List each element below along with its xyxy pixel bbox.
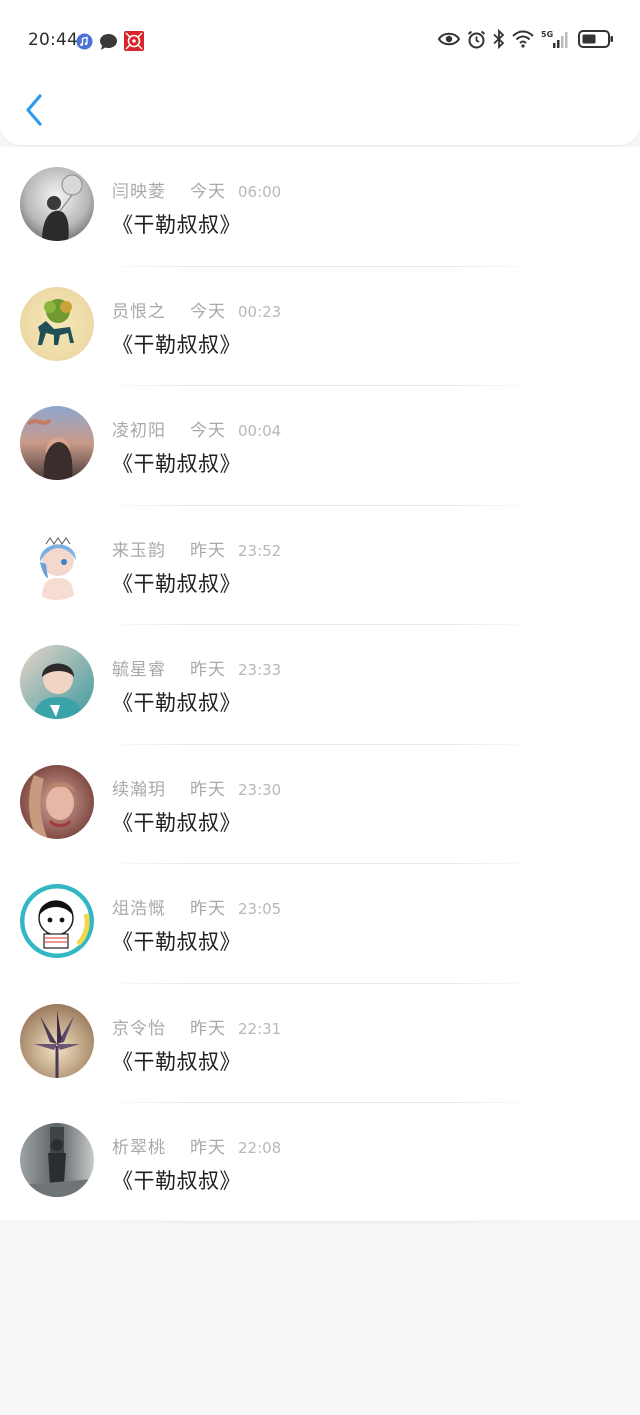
- comment-time: 23:05: [238, 900, 282, 918]
- avatar[interactable]: [20, 525, 94, 600]
- comment-day: 昨天: [190, 779, 226, 800]
- comment-day: 昨天: [190, 1018, 226, 1039]
- comment-time: 00:23: [238, 302, 282, 321]
- comment-meta: 凌初阳 今天 00:04: [112, 416, 281, 441]
- comment-text: 《干勒叔叔》: [112, 213, 241, 237]
- comment-day: 昨天: [190, 660, 226, 680]
- comment-row[interactable]: 来玉韵 昨天 23:52 《干勒叔叔》: [0, 506, 640, 625]
- comment-day: 今天: [190, 421, 226, 441]
- comment-meta: 俎浩慨 昨天 23:05: [112, 894, 281, 919]
- commenter-name[interactable]: 析翠桃: [112, 1133, 190, 1158]
- commenter-name[interactable]: 续瀚玥: [112, 775, 190, 800]
- comment-row[interactable]: 闫映菱 今天 06:00 《干勒叔叔》: [0, 147, 640, 267]
- commenter-name[interactable]: 来玉韵: [112, 536, 190, 561]
- avatar[interactable]: [20, 645, 94, 719]
- commenter-name[interactable]: 员恨之: [112, 297, 190, 322]
- comment-meta: 析翠桃 昨天 22:08: [112, 1133, 281, 1158]
- comment-day: 昨天: [190, 1138, 226, 1158]
- comment-meta: 闫映菱 今天 06:00: [112, 177, 281, 202]
- comment-meta: 来玉韵 昨天 23:52: [112, 536, 281, 561]
- status-time: 20:44: [28, 30, 78, 50]
- comment-text: 《干勒叔叔》: [112, 1169, 241, 1193]
- comment-day: 昨天: [190, 540, 226, 561]
- comment-text: 《干勒叔叔》: [112, 1049, 241, 1074]
- eye-icon: [437, 31, 461, 51]
- commenter-name[interactable]: 京令怡: [112, 1014, 190, 1039]
- signal-icon: 5G: [541, 29, 571, 53]
- comment-text: 《干勒叔叔》: [112, 810, 241, 835]
- commenter-name[interactable]: 闫映菱: [112, 177, 190, 202]
- chevron-left-icon: [26, 94, 42, 126]
- comment-row[interactable]: 析翠桃 昨天 22:08 《干勒叔叔》: [0, 1103, 640, 1223]
- avatar[interactable]: [20, 764, 94, 839]
- comment-meta: 京令怡 昨天 22:31: [112, 1014, 281, 1039]
- avatar[interactable]: [20, 1123, 94, 1197]
- avatar[interactable]: [20, 1003, 94, 1078]
- comment-row[interactable]: 凌初阳 今天 00:04 《干勒叔叔》: [0, 386, 640, 506]
- comment-meta: 续瀚玥 昨天 23:30: [112, 775, 281, 800]
- wifi-icon: [512, 30, 534, 52]
- comment-time: 23:52: [238, 541, 282, 560]
- comment-time: 23:33: [238, 661, 282, 679]
- avatar[interactable]: [20, 167, 94, 241]
- network-label: 5G: [541, 30, 553, 39]
- comment-row[interactable]: 毓星睿 昨天 23:33 《干勒叔叔》: [0, 625, 640, 745]
- alarm-icon: [467, 30, 486, 53]
- divider: [100, 1221, 540, 1223]
- comment-meta: 员恨之 今天 00:23: [112, 297, 281, 322]
- music-icon: [76, 33, 93, 54]
- commenter-name[interactable]: 毓星睿: [112, 655, 190, 680]
- avatar[interactable]: [20, 286, 94, 361]
- chat-bubble-icon: [99, 33, 118, 54]
- comment-list: 闫映菱 今天 06:00 《干勒叔叔》 员恨之 今天 00:23 《干勒叔叔》 凌初阳 今天 00:…: [0, 147, 640, 1223]
- comment-text: 《干勒叔叔》: [112, 452, 241, 476]
- comment-time: 00:04: [238, 422, 282, 440]
- avatar[interactable]: [20, 884, 94, 958]
- comment-day: 昨天: [190, 899, 226, 919]
- comment-text: 《干勒叔叔》: [112, 691, 241, 715]
- comment-time: 22:31: [238, 1019, 282, 1038]
- comment-day: 今天: [190, 182, 226, 202]
- comment-row[interactable]: 京令怡 昨天 22:31 《干勒叔叔》: [0, 984, 640, 1103]
- avatar[interactable]: [20, 406, 94, 480]
- comment-time: 22:08: [238, 1139, 282, 1157]
- commenter-name[interactable]: 凌初阳: [112, 416, 190, 441]
- comment-text: 《干勒叔叔》: [112, 332, 241, 357]
- comment-text: 《干勒叔叔》: [112, 930, 241, 954]
- app-icon: [124, 31, 144, 55]
- comment-time: 23:30: [238, 780, 282, 799]
- commenter-name[interactable]: 俎浩慨: [112, 894, 190, 919]
- header: [0, 60, 640, 145]
- back-button[interactable]: [20, 90, 48, 130]
- comment-text: 《干勒叔叔》: [112, 571, 241, 596]
- battery-icon: [578, 30, 614, 52]
- comment-time: 06:00: [238, 183, 282, 201]
- comment-row[interactable]: 俎浩慨 昨天 23:05 《干勒叔叔》: [0, 864, 640, 984]
- comment-meta: 毓星睿 昨天 23:33: [112, 655, 281, 680]
- comment-day: 今天: [190, 301, 226, 322]
- comment-row[interactable]: 员恨之 今天 00:23 《干勒叔叔》: [0, 267, 640, 386]
- bluetooth-icon: [493, 28, 505, 53]
- comment-row[interactable]: 续瀚玥 昨天 23:30 《干勒叔叔》: [0, 745, 640, 864]
